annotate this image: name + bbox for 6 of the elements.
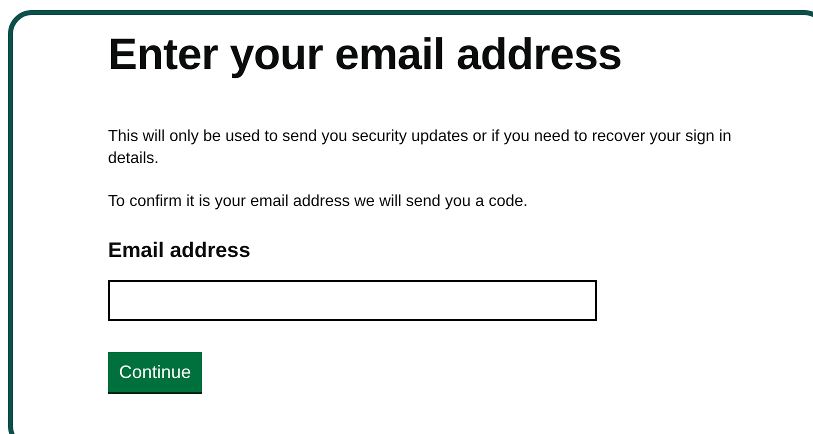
body-text: This will only be used to send you security updates or if you need to recover your sign in details. [108,126,732,170]
continue-button[interactable]: Continue [108,352,202,392]
body-text: To confirm it is your email address we will send you a code. [108,192,529,212]
page-heading: Enter your email address [108,29,623,81]
email-input-field[interactable] [108,280,597,322]
field-label: Email address [108,238,252,264]
